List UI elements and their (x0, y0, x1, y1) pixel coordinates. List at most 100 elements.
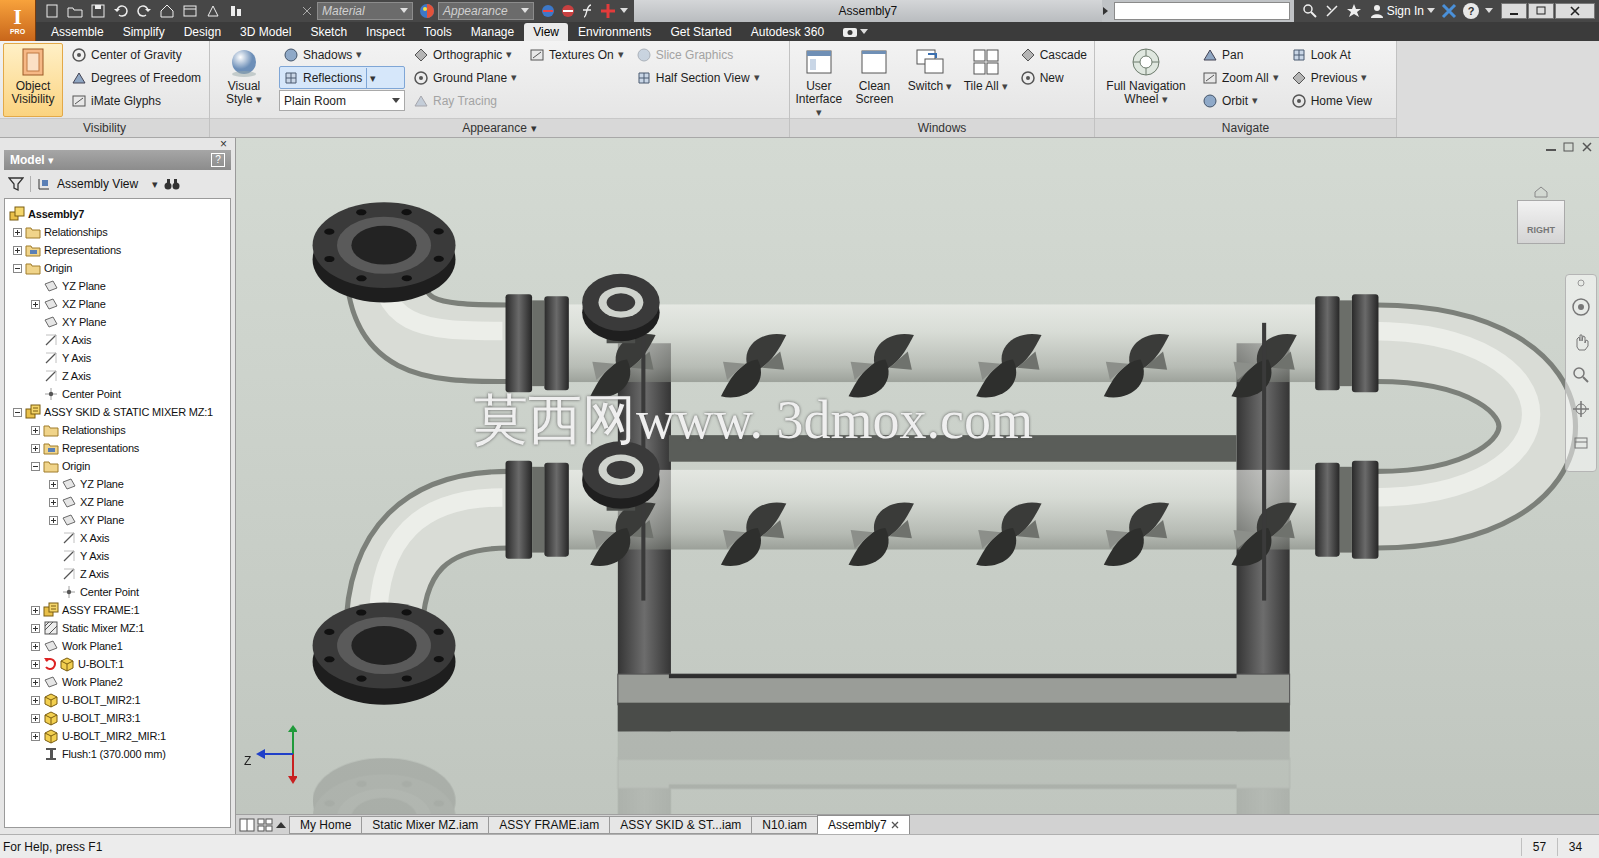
tree-item[interactable]: Relationships (5, 223, 230, 241)
document-tab[interactable]: ASSY SKID & ST...iam (609, 816, 752, 834)
help-button[interactable]: ? (1463, 3, 1479, 19)
expand-toggle-icon[interactable] (27, 462, 43, 471)
ribbon-button[interactable]: Center of Gravity (67, 43, 205, 66)
dropdown-caret[interactable]: ▾ (1162, 93, 1168, 105)
tree-item[interactable]: Static Mixer MZ:1 (5, 619, 230, 637)
ribbon-large-button[interactable]: Visual Style ▾ (213, 43, 275, 117)
tree-item[interactable]: Representations (5, 439, 230, 457)
navigation-tool-icon[interactable] (1569, 395, 1593, 423)
toolbar-icon[interactable] (134, 1, 154, 21)
ribbon-tab[interactable]: Simplify (114, 23, 174, 41)
browser-help-button[interactable]: ? (211, 153, 225, 167)
ribbon-button[interactable]: Look At (1287, 43, 1376, 66)
view-cube[interactable]: RIGHT (1515, 186, 1567, 250)
document-tab[interactable]: Assembly7 (817, 815, 910, 834)
ribbon-tab[interactable]: View (524, 23, 568, 41)
ribbon-button[interactable]: Zoom All▾ (1198, 66, 1283, 89)
toolbar-icon[interactable] (42, 1, 62, 21)
browser-view-caret[interactable]: ▾ (144, 176, 158, 193)
ribbon-button[interactable]: Shadows▾ (279, 43, 405, 66)
ribbon-panel-title[interactable]: Appearance▾ (210, 118, 789, 137)
dropdown-caret[interactable]: ▾ (816, 106, 822, 118)
tree-item[interactable]: XZ Plane (5, 295, 230, 313)
ribbon-tab[interactable]: Inspect (357, 23, 414, 41)
tree-item[interactable]: XZ Plane (5, 493, 230, 511)
tree-item[interactable]: Y Axis (5, 547, 230, 565)
dropdown-caret[interactable]: ▾ (256, 93, 262, 105)
toolbar-icon[interactable] (226, 1, 246, 21)
expand-toggle-icon[interactable] (9, 408, 25, 417)
tree-item[interactable]: Center Point (5, 583, 230, 601)
dropdown-caret[interactable]: ▾ (1361, 69, 1367, 86)
ribbon-large-button[interactable]: Full Navigation Wheel ▾ (1098, 43, 1194, 117)
navigation-tool-icon[interactable] (1569, 293, 1593, 321)
expand-toggle-icon[interactable] (45, 498, 61, 507)
sign-in-button[interactable]: Sign In (1368, 2, 1435, 20)
tree-item[interactable]: YZ Plane (5, 277, 230, 295)
ribbon-button[interactable]: Half Section View▾ (632, 66, 764, 89)
tree-item[interactable]: Y Axis (5, 349, 230, 367)
document-tab[interactable]: Static Mixer MZ.iam (361, 816, 489, 834)
expand-toggle-icon[interactable] (27, 606, 43, 615)
appearance-combo[interactable]: Appearance (438, 2, 534, 20)
document-tab[interactable]: My Home (289, 816, 362, 834)
graphics-viewport[interactable]: RIGHTZ莫西网www. 3dmox.com (236, 138, 1599, 814)
toolbar-icon[interactable] (157, 1, 177, 21)
navigation-tool-icon[interactable] (1569, 429, 1593, 457)
tree-item[interactable]: X Axis (5, 331, 230, 349)
expand-toggle-icon[interactable] (9, 264, 25, 273)
toolbar-icon[interactable] (180, 1, 200, 21)
ribbon-large-button[interactable]: Clean Screen (849, 43, 901, 117)
expand-toggle-icon[interactable] (27, 444, 43, 453)
ribbon-large-button[interactable]: Tile All ▾ (960, 43, 1012, 117)
dropdown-caret[interactable]: ▾ (1252, 92, 1258, 109)
tree-item[interactable]: Work Plane1 (5, 637, 230, 655)
tree-item[interactable]: U-BOLT_MIR2:1 (5, 691, 230, 709)
tree-item[interactable]: U-BOLT:1 (5, 655, 230, 673)
expand-toggle-icon[interactable] (45, 516, 61, 525)
ribbon-tab[interactable]: 3D Model (231, 23, 300, 41)
tree-item[interactable]: Z Axis (5, 367, 230, 385)
ribbon-large-button[interactable]: Object Visibility (3, 43, 63, 117)
tree-item[interactable]: X Axis (5, 529, 230, 547)
toolbar-icon[interactable] (111, 1, 131, 21)
tree-item[interactable]: Origin (5, 259, 230, 277)
tree-item[interactable]: YZ Plane (5, 475, 230, 493)
dropdown-caret[interactable]: ▾ (506, 46, 512, 63)
expand-toggle-icon[interactable] (27, 642, 43, 651)
navigation-tool-icon[interactable] (1569, 327, 1593, 355)
toolbar-icon[interactable] (88, 1, 108, 21)
tree-item[interactable]: Representations (5, 241, 230, 259)
help-search-field[interactable] (1114, 2, 1290, 20)
tree-item[interactable]: Work Plane2 (5, 673, 230, 691)
ribbon-button[interactable]: Reflections▾ (279, 66, 405, 89)
expand-toggle-icon[interactable] (27, 678, 43, 687)
tree-item[interactable]: ASSY FRAME:1 (5, 601, 230, 619)
ribbon-button[interactable]: New (1016, 66, 1091, 89)
lighting-style-dropdown[interactable]: Plain Room (279, 90, 405, 111)
tree-item[interactable]: U-BOLT_MIR2_MIR:1 (5, 727, 230, 745)
ribbon-large-button[interactable]: User Interface ▾ (793, 43, 845, 117)
ribbon-tab[interactable]: Get Started (661, 23, 740, 41)
ribbon-button[interactable]: Degrees of Freedom (67, 66, 205, 89)
ribbon-button[interactable]: iMate Glyphs (67, 89, 205, 112)
material-combo[interactable]: Material (317, 2, 413, 20)
ribbon-tab[interactable]: Autodesk 360 (742, 23, 833, 41)
dropdown-caret[interactable]: ▾ (618, 46, 624, 63)
ribbon-button[interactable]: Pan (1198, 43, 1283, 66)
expand-toggle-icon[interactable] (27, 426, 43, 435)
toolbar-icon[interactable] (65, 1, 85, 21)
dropdown-caret[interactable]: ▾ (511, 69, 517, 86)
tree-item[interactable]: Z Axis (5, 565, 230, 583)
expand-toggle-icon[interactable] (27, 732, 43, 741)
ribbon-tab[interactable]: Design (175, 23, 230, 41)
expand-toggle-icon[interactable] (27, 624, 43, 633)
dropdown-caret[interactable]: ▾ (946, 80, 952, 92)
ribbon-button[interactable]: Orbit▾ (1198, 89, 1283, 112)
dropdown-caret[interactable]: ▾ (754, 69, 760, 86)
application-menu-button[interactable]: IPRO (0, 0, 36, 41)
expand-toggle-icon[interactable] (9, 246, 25, 255)
tree-item[interactable]: Flush:1 (370.000 mm) (5, 745, 230, 763)
document-tab[interactable]: N10.iam (751, 816, 818, 834)
dropdown-caret[interactable]: ▾ (1273, 69, 1279, 86)
